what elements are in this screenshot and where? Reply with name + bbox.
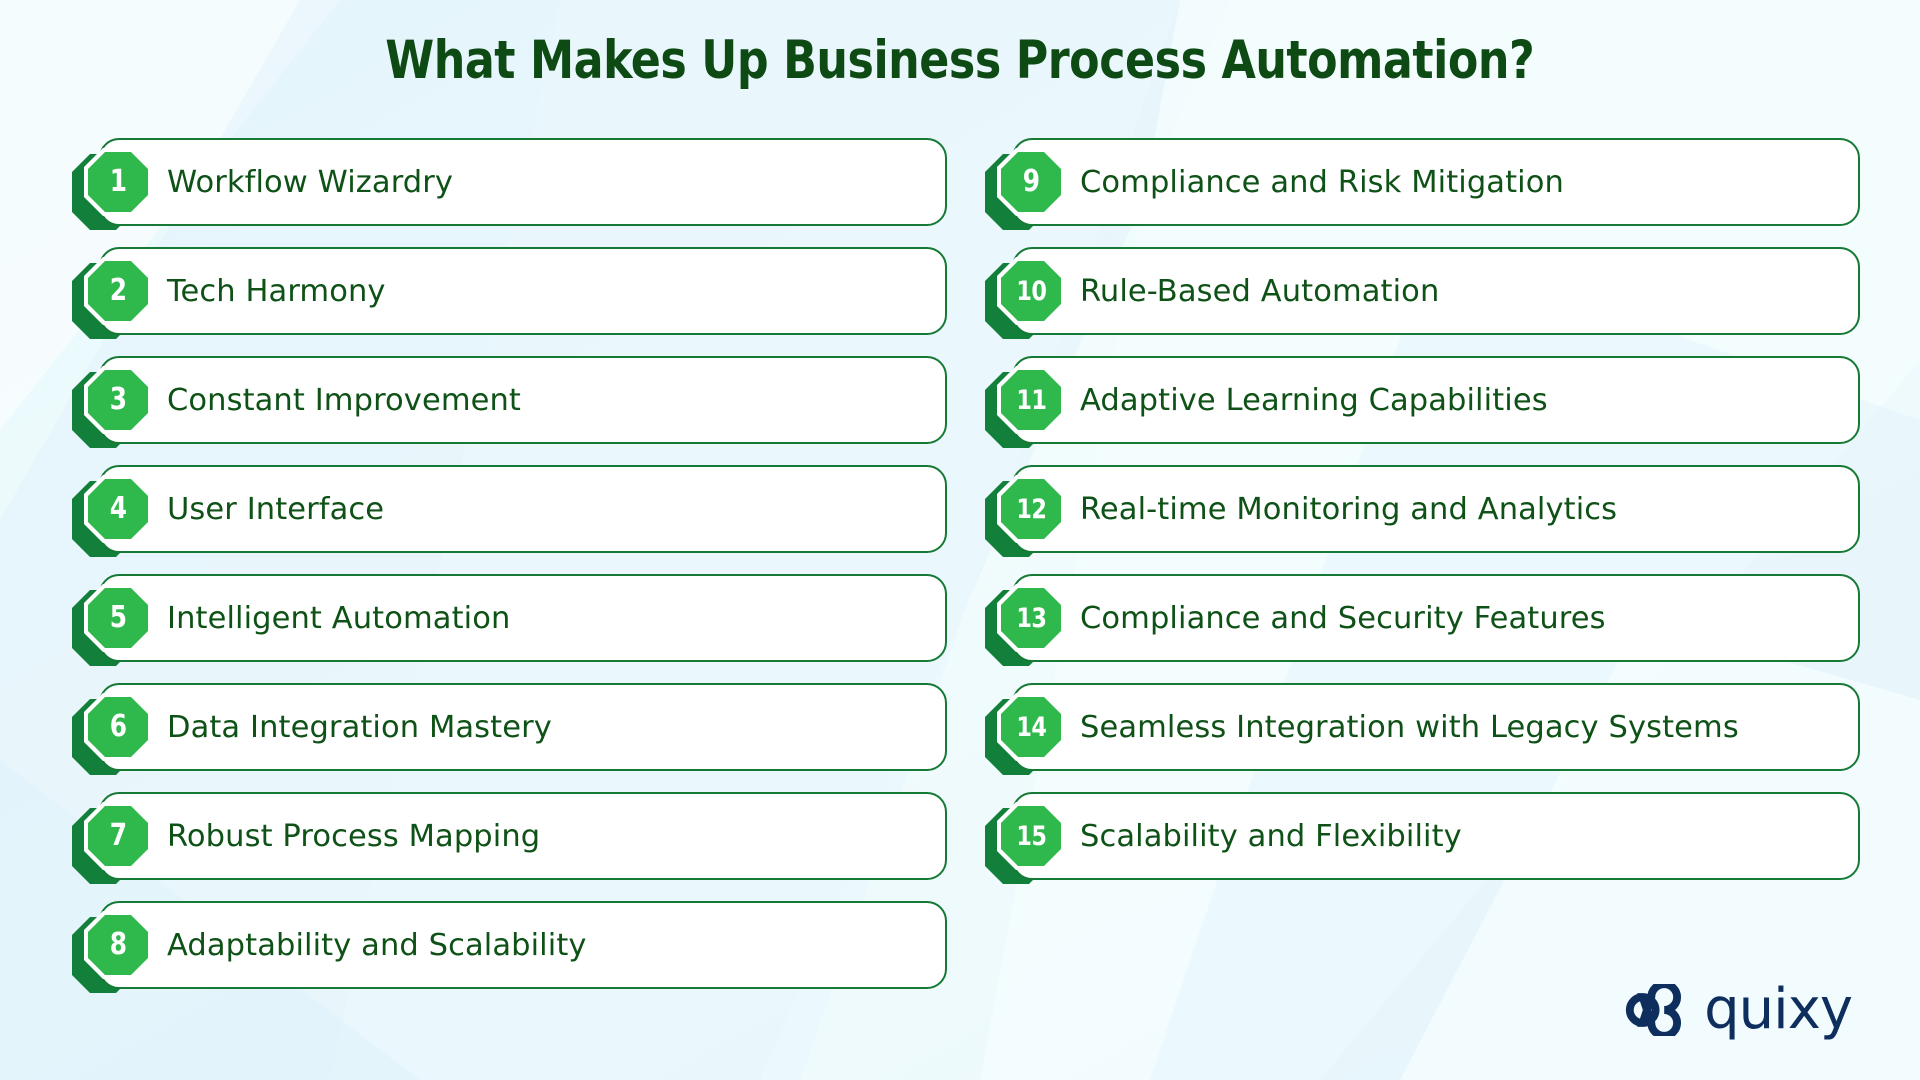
list-item[interactable]: 7 Robust Process Mapping xyxy=(72,792,947,884)
list-item-label: Seamless Integration with Legacy Systems xyxy=(1080,709,1739,745)
number-badge: 11 xyxy=(997,366,1065,434)
list-item-label: Workflow Wizardry xyxy=(167,164,454,200)
list-item[interactable]: 14 Seamless Integration with Legacy Syst… xyxy=(985,683,1860,775)
page-title: What Makes Up Business Process Automatio… xyxy=(385,30,1535,91)
list-item[interactable]: 6 Data Integration Mastery xyxy=(72,683,947,775)
number-badge: 6 xyxy=(84,693,152,761)
list-item[interactable]: 3 Constant Improvement xyxy=(72,356,947,448)
list-item-label: Adaptability and Scalability xyxy=(167,927,587,963)
badge-number: 3 xyxy=(109,382,127,417)
number-badge: 1 xyxy=(84,148,152,216)
list-item-label: Scalability and Flexibility xyxy=(1080,818,1462,854)
badge-number: 4 xyxy=(109,491,127,526)
left-column: 1 Workflow Wizardry 2 Tech Harmony 3 Con… xyxy=(72,138,947,1010)
number-badge: 14 xyxy=(997,693,1065,761)
number-badge: 15 xyxy=(997,802,1065,870)
number-badge: 3 xyxy=(84,366,152,434)
number-badge: 2 xyxy=(84,257,152,325)
list-item-label: User Interface xyxy=(167,491,385,527)
number-badge-inner: 15 xyxy=(1001,806,1061,866)
number-badge-inner: 8 xyxy=(88,915,148,975)
number-badge-inner: 5 xyxy=(88,588,148,648)
badge-number: 1 xyxy=(109,164,127,199)
right-column: 9 Compliance and Risk Mitigation 10 Rule… xyxy=(985,138,1860,901)
list-item-label: Tech Harmony xyxy=(167,273,386,309)
number-badge: 12 xyxy=(997,475,1065,543)
number-badge-inner: 12 xyxy=(1001,479,1061,539)
badge-number: 6 xyxy=(109,709,127,744)
number-badge: 13 xyxy=(997,584,1065,652)
number-badge: 9 xyxy=(997,148,1065,216)
list-item-label: Rule-Based Automation xyxy=(1080,273,1440,309)
number-badge-inner: 2 xyxy=(88,261,148,321)
badge-number: 7 xyxy=(109,818,127,853)
page-title-wrap: What Makes Up Business Process Automatio… xyxy=(0,30,1920,91)
number-badge-inner: 13 xyxy=(1001,588,1061,648)
list-item[interactable]: 10 Rule-Based Automation xyxy=(985,247,1860,339)
badge-number: 5 xyxy=(109,600,127,635)
list-item[interactable]: 15 Scalability and Flexibility xyxy=(985,792,1860,884)
number-badge-inner: 9 xyxy=(1001,152,1061,212)
quixy-wordmark: quixy xyxy=(1704,977,1853,1042)
badge-number: 2 xyxy=(109,273,127,308)
badge-number: 8 xyxy=(109,927,127,962)
list-item[interactable]: 2 Tech Harmony xyxy=(72,247,947,339)
quixy-infinity-icon xyxy=(1625,984,1682,1036)
list-item[interactable]: 13 Compliance and Security Features xyxy=(985,574,1860,666)
list-item[interactable]: 11 Adaptive Learning Capabilities xyxy=(985,356,1860,448)
number-badge-inner: 10 xyxy=(1001,261,1061,321)
number-badge: 7 xyxy=(84,802,152,870)
list-item-label: Data Integration Mastery xyxy=(167,709,552,745)
number-badge: 5 xyxy=(84,584,152,652)
list-item[interactable]: 12 Real-time Monitoring and Analytics xyxy=(985,465,1860,557)
badge-number: 13 xyxy=(1015,602,1047,634)
number-badge: 10 xyxy=(997,257,1065,325)
badge-number: 15 xyxy=(1015,820,1047,852)
number-badge-inner: 11 xyxy=(1001,370,1061,430)
badge-number: 11 xyxy=(1015,384,1047,416)
list-item-label: Adaptive Learning Capabilities xyxy=(1080,382,1548,418)
list-item-label: Compliance and Security Features xyxy=(1080,600,1606,636)
badge-number: 9 xyxy=(1022,164,1040,199)
badge-number: 14 xyxy=(1015,711,1047,743)
list-item-label: Intelligent Automation xyxy=(167,600,511,636)
number-badge-inner: 3 xyxy=(88,370,148,430)
number-badge-inner: 4 xyxy=(88,479,148,539)
list-item[interactable]: 5 Intelligent Automation xyxy=(72,574,947,666)
number-badge: 8 xyxy=(84,911,152,979)
list-item[interactable]: 9 Compliance and Risk Mitigation xyxy=(985,138,1860,230)
list-item[interactable]: 8 Adaptability and Scalability xyxy=(72,901,947,993)
list-item-label: Robust Process Mapping xyxy=(167,818,541,854)
number-badge-inner: 1 xyxy=(88,152,148,212)
number-badge-inner: 14 xyxy=(1001,697,1061,757)
badge-number: 10 xyxy=(1015,275,1047,307)
list-item-label: Real-time Monitoring and Analytics xyxy=(1080,491,1618,527)
quixy-logo: quixy xyxy=(1604,977,1853,1042)
list-item-label: Constant Improvement xyxy=(167,382,521,418)
number-badge-inner: 7 xyxy=(88,806,148,866)
number-badge: 4 xyxy=(84,475,152,543)
list-item[interactable]: 4 User Interface xyxy=(72,465,947,557)
number-badge-inner: 6 xyxy=(88,697,148,757)
badge-number: 12 xyxy=(1015,493,1047,525)
list-item-label: Compliance and Risk Mitigation xyxy=(1080,164,1564,200)
list-item[interactable]: 1 Workflow Wizardry xyxy=(72,138,947,230)
